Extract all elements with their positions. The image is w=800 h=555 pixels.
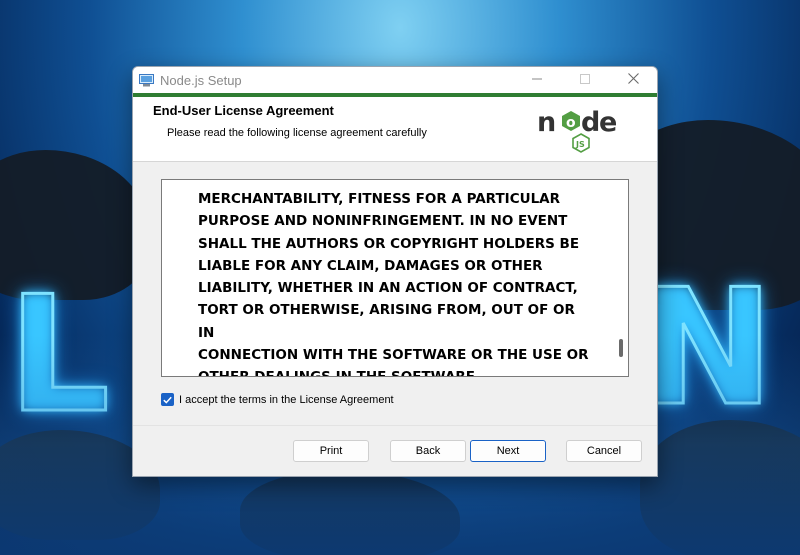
nodejs-logo: n o d e JS — [535, 101, 627, 157]
svg-text:JS: JS — [575, 140, 585, 149]
svg-text:d: d — [581, 107, 600, 138]
minimize-button[interactable] — [513, 67, 561, 93]
license-text-area[interactable]: MERCHANTABILITY, FITNESS FOR A PARTICULA… — [161, 179, 629, 377]
accept-terms-checkbox[interactable] — [161, 393, 174, 406]
checkmark-icon — [163, 391, 172, 409]
page-header: End-User License Agreement Please read t… — [133, 97, 657, 162]
accept-terms-row[interactable]: I accept the terms in the License Agreem… — [161, 393, 394, 406]
back-button[interactable]: Back — [390, 440, 466, 462]
title-bar[interactable]: Node.js Setup — [133, 67, 657, 93]
next-button[interactable]: Next — [470, 440, 546, 462]
print-button[interactable]: Print — [293, 440, 369, 462]
close-icon — [627, 71, 639, 89]
page-title: End-User License Agreement — [153, 103, 334, 118]
window-controls — [513, 67, 657, 93]
window-title: Node.js Setup — [160, 72, 242, 88]
cancel-button[interactable]: Cancel — [566, 440, 642, 462]
svg-text:n: n — [537, 107, 556, 138]
maximize-button[interactable] — [561, 67, 609, 93]
svg-text:o: o — [566, 115, 576, 131]
setup-window: Node.js Setup End-User License Agreement… — [132, 66, 658, 477]
button-bar: Print Back Next Cancel — [133, 425, 657, 476]
close-button[interactable] — [609, 67, 657, 93]
license-text: MERCHANTABILITY, FITNESS FOR A PARTICULA… — [198, 191, 589, 376]
svg-text:e: e — [599, 107, 617, 138]
scrollbar-thumb[interactable] — [619, 339, 623, 357]
accept-terms-label[interactable]: I accept the terms in the License Agreem… — [179, 394, 394, 406]
installer-app-icon — [139, 73, 154, 87]
license-scrollbar[interactable] — [616, 182, 626, 374]
page-subtitle: Please read the following license agreem… — [167, 127, 427, 139]
minimize-icon — [532, 71, 542, 89]
maximize-icon — [580, 71, 590, 89]
